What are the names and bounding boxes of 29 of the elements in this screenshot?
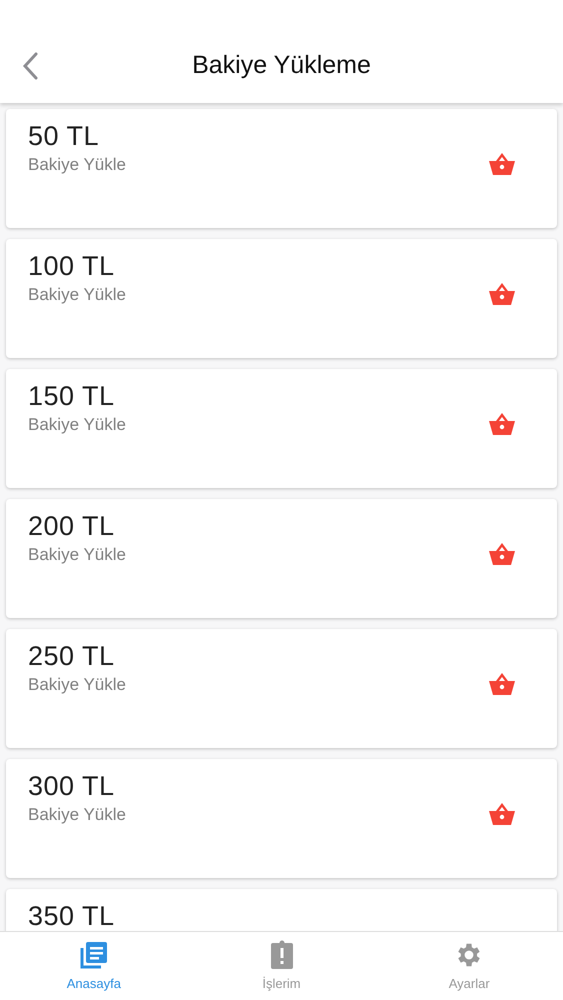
document-icon <box>78 940 109 970</box>
amount-card[interactable]: 150 TL Bakiye Yükle <box>6 369 557 488</box>
card-subtitle: Bakiye Yükle <box>28 805 126 825</box>
amount-card[interactable]: 350 TL <box>6 889 557 931</box>
basket-icon[interactable] <box>487 412 517 436</box>
amount-card[interactable]: 50 TL Bakiye Yükle <box>6 109 557 228</box>
card-subtitle: Bakiye Yükle <box>28 285 126 305</box>
back-icon[interactable] <box>22 52 38 80</box>
amount-text: 350 TL <box>28 901 115 931</box>
amount-text: 150 TL <box>28 381 116 412</box>
basket-icon[interactable] <box>487 802 517 826</box>
amount-text: 100 TL <box>28 251 116 282</box>
amount-text: 50 TL <box>28 121 100 152</box>
basket-icon[interactable] <box>487 152 517 176</box>
amount-card[interactable]: 100 TL Bakiye Yükle <box>6 239 557 358</box>
screen-title: Bakiye Yükleme <box>192 51 371 80</box>
basket-icon[interactable] <box>487 542 517 566</box>
amount-card[interactable]: 300 TL Bakiye Yükle <box>6 759 557 878</box>
amount-text: 250 TL <box>28 641 116 672</box>
amount-card[interactable]: 250 TL Bakiye Yükle <box>6 629 557 748</box>
card-subtitle: Bakiye Yükle <box>28 415 126 435</box>
basket-icon[interactable] <box>487 282 517 306</box>
amount-text: 300 TL <box>28 771 116 802</box>
card-subtitle: Bakiye Yükle <box>28 675 126 695</box>
card-subtitle: Bakiye Yükle <box>28 155 126 175</box>
card-subtitle: Bakiye Yükle <box>28 545 126 565</box>
basket-icon[interactable] <box>487 672 517 696</box>
amount-card[interactable]: 200 TL Bakiye Yükle <box>6 499 557 618</box>
amount-text: 200 TL <box>28 511 116 542</box>
